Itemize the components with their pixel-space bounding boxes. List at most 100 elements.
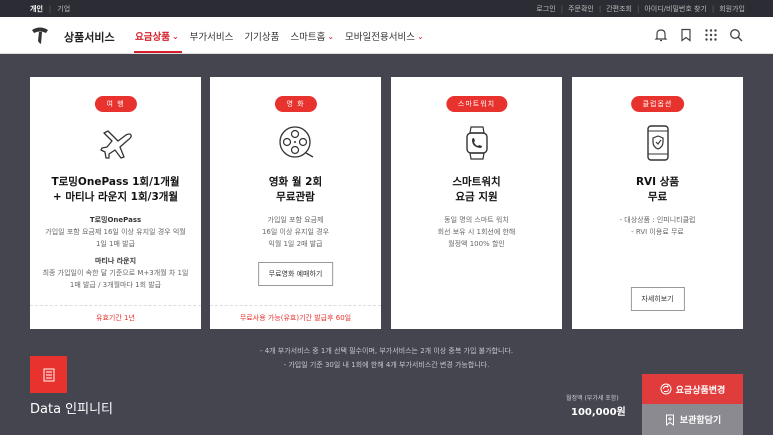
smartwatch-icon — [465, 126, 488, 160]
chevron-down-icon: ⌄ — [327, 31, 335, 41]
nav-label: 기기상품 — [244, 32, 280, 43]
plan-price: 100,000원 — [571, 407, 626, 418]
card-footer: 유효기간 1년 — [30, 305, 201, 329]
card-footer: 무료사용 가능(유효)기간 발급후 60일 — [210, 305, 381, 329]
card-title-line: T로밍OnePass 1회/1개월 — [51, 176, 180, 188]
quick-lookup-link[interactable]: 간편조회 — [606, 4, 632, 14]
film-reel-icon — [278, 126, 313, 158]
card-description: 가입일 포함 요금제 16일 이상 유지일 경우 익월 1일 2매 발급 — [210, 214, 381, 250]
card-description: T로밍OnePass 가입일 포함 요금제 16일 이상 유지일 경우 익월 1… — [30, 214, 201, 291]
desc-subtitle: T로밍OnePass — [89, 216, 142, 224]
nav-plans[interactable]: 요금상품 ⌄ — [135, 29, 179, 44]
business-link[interactable]: 기업 — [57, 4, 70, 14]
card-title: RVI 상품 무료 — [572, 175, 743, 205]
card-icon-wrap — [276, 123, 316, 163]
utility-bar: 개인 | 기업 로그인 | 주문확인 | 간편조회 | 아이디/비밀번호 찾기 … — [0, 0, 773, 17]
desc-line: 익월 1일 2매 발급 — [268, 240, 323, 248]
phone-shield-icon — [646, 125, 669, 161]
refresh-circle-icon — [660, 383, 672, 395]
order-check-link[interactable]: 주문확인 — [568, 4, 594, 14]
nav-label: 요금상품 — [135, 32, 170, 43]
benefit-card-smartwatch: 스마트워치 스마트워치 요금 지원 동일 명의 스마트 워치 회선 보유 시 1… — [391, 77, 562, 329]
desc-line: 1일 1매 발급 — [95, 240, 136, 248]
bell-icon[interactable] — [654, 28, 668, 42]
desc-line: 1매 발급 / 3개월마다 1회 발급 — [69, 281, 162, 289]
notice-line: - 가입일 기준 30일 내 1회에 한해 4개 부가서비스간 변경 가능합니다… — [283, 361, 490, 369]
desc-line: 동일 명의 스마트 워치 — [444, 216, 509, 224]
find-account-link[interactable]: 아이디/비밀번호 찾기 — [644, 4, 707, 14]
personal-link[interactable]: 개인 — [30, 4, 43, 14]
card-description: - 대상상품 : 인피니티클럽 - RVI 이용료 무료 — [572, 214, 743, 238]
benefit-card-travel: 여 행 T로밍OnePass 1회/1개월 + 마티나 라운지 1회/3개월 T… — [30, 77, 201, 329]
price-label: 월정액 (부가세 포함) — [566, 395, 619, 402]
airplane-icon — [99, 130, 132, 159]
desc-line: 월정액 100% 할인 — [448, 240, 505, 248]
card-icon-wrap — [96, 123, 136, 163]
benefit-card-club-option: 클럽옵션 RVI 상품 무료 - 대상상품 : 인피니티클럽 - RVI 이용료… — [572, 77, 743, 329]
notice-line: - 4개 부가서비스 중 1개 선택 필수이며, 부가서비스는 2개 이상 중복… — [259, 347, 514, 355]
signup-link[interactable]: 회원가입 — [719, 4, 745, 14]
t-logo-icon[interactable] — [30, 25, 50, 45]
desc-line: 가입일 포함 요금제 — [267, 216, 324, 224]
card-title: T로밍OnePass 1회/1개월 + 마티나 라운지 1회/3개월 — [30, 175, 201, 205]
change-plan-button[interactable]: 요금상품변경 — [642, 374, 743, 404]
card-title-line: 무료관람 — [276, 191, 315, 203]
divider: | — [636, 5, 640, 13]
desc-line: 16일 이상 유지일 경우 — [261, 228, 330, 236]
card-icon-wrap — [457, 123, 497, 163]
chevron-down-icon: ⌄ — [416, 31, 424, 41]
desc-line: 회선 보유 시 1회선에 한해 — [437, 228, 516, 236]
save-to-storage-button[interactable]: 보관함담기 — [642, 404, 743, 435]
divider: | — [48, 5, 52, 13]
desc-subtitle: 마티나 라운지 — [94, 257, 137, 265]
card-tag: 스마트워치 — [445, 96, 508, 112]
nav-label: 부가서비스 — [189, 32, 234, 43]
divider: | — [598, 5, 602, 13]
desc-line: - 대상상품 : 인피니티클럽 — [619, 216, 696, 224]
card-description: 동일 명의 스마트 워치 회선 보유 시 1회선에 한해 월정액 100% 할인 — [391, 214, 562, 250]
bookmark-icon[interactable] — [679, 28, 693, 42]
save-to-storage-label: 보관함담기 — [679, 416, 722, 426]
grid-menu-icon[interactable] — [704, 28, 718, 42]
list-icon — [43, 368, 54, 381]
desc-line: 최종 가입일이 속한 달 기준으로 M+3개월 차 1일 — [42, 269, 189, 277]
notice-text: - 4개 부가서비스 중 1개 선택 필수이며, 부가서비스는 2개 이상 중복… — [0, 344, 773, 372]
main-header: 상품서비스 요금상품 ⌄ 부가서비스 기기상품 스마트홈 ⌄ 모바일전용서비스 ⌄ — [0, 17, 773, 54]
nav-devices[interactable]: 기기상품 — [244, 29, 279, 43]
card-title-line: 무료 — [647, 191, 668, 203]
benefit-card-movie: 영 화 영화 월 2회 무료관람 가입일 포함 요금제 16일 이상 유지일 경… — [210, 77, 381, 329]
chevron-down-icon: ⌄ — [171, 31, 179, 41]
bookmark-icon — [665, 414, 674, 426]
desc-line: 가입일 포함 요금제 16일 이상 유지일 경우 익월 — [45, 228, 186, 236]
change-plan-label: 요금상품변경 — [675, 385, 726, 396]
desc-line: - RVI 이용료 무료 — [631, 228, 684, 236]
nav-label: 모바일전용서비스 — [345, 32, 415, 43]
search-icon[interactable] — [729, 28, 743, 42]
card-title-line: + 마티나 라운지 1회/3개월 — [52, 191, 179, 203]
card-icon-wrap — [638, 123, 678, 163]
main-nav: 요금상품 ⌄ 부가서비스 기기상품 스마트홈 ⌄ 모바일전용서비스 ⌄ — [135, 29, 424, 44]
nav-mobile-only[interactable]: 모바일전용서비스 ⌄ — [345, 29, 424, 44]
nav-addon-services[interactable]: 부가서비스 — [190, 29, 234, 43]
card-title-line: 스마트워치 — [452, 176, 501, 188]
active-nav-indicator — [134, 51, 182, 53]
card-tag: 영 화 — [274, 96, 317, 112]
benefit-cards: 여 행 T로밍OnePass 1회/1개월 + 마티나 라운지 1회/3개월 T… — [30, 77, 743, 329]
plan-icon-badge — [30, 356, 67, 393]
card-title-line: RVI 상품 — [635, 176, 680, 188]
divider: | — [711, 5, 715, 13]
card-title-line: 영화 월 2회 — [268, 176, 323, 188]
nav-smart-home[interactable]: 스마트홈 ⌄ — [290, 29, 335, 44]
card-title: 스마트워치 요금 지원 — [391, 175, 562, 205]
card-title: 영화 월 2회 무료관람 — [210, 175, 381, 205]
plan-name: Data 인피니티 — [30, 402, 114, 417]
card-tag: 클럽옵션 — [630, 96, 685, 112]
card-tag: 여 행 — [94, 96, 137, 112]
login-link[interactable]: 로그인 — [536, 4, 555, 14]
details-button[interactable]: 자세히보기 — [630, 287, 685, 311]
brand-title[interactable]: 상품서비스 — [64, 29, 115, 45]
divider: | — [560, 5, 564, 13]
card-title-line: 요금 지원 — [455, 191, 498, 203]
nav-label: 스마트홈 — [290, 32, 326, 43]
free-movie-reserve-button[interactable]: 무료영화 예매하기 — [257, 262, 334, 286]
